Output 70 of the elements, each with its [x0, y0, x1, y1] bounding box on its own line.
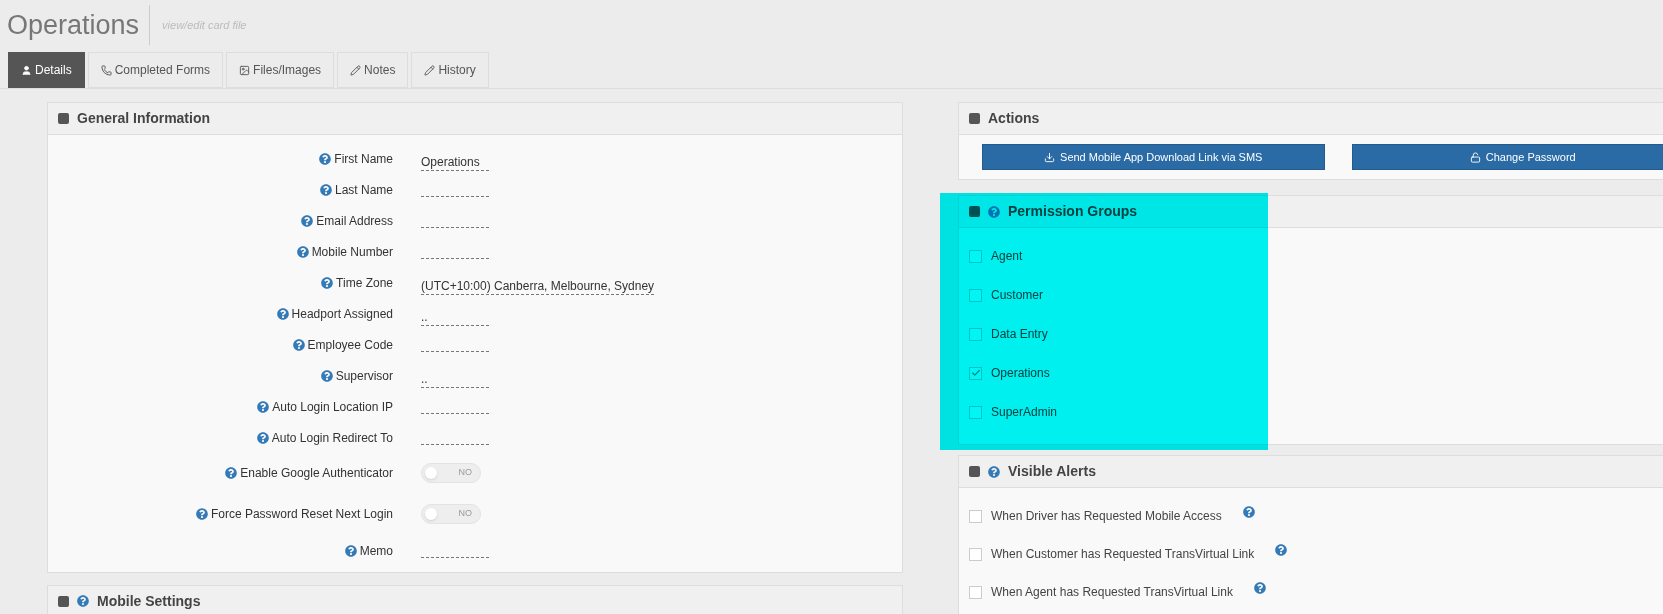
field-label: Employee Code — [307, 337, 393, 354]
field-label: Memo — [359, 543, 393, 560]
tab[interactable]: Details — [8, 52, 85, 88]
field-label: Headport Assigned — [291, 306, 393, 323]
field-label: Auto Login Location IP — [272, 399, 393, 416]
help-icon — [257, 401, 270, 413]
field-label: Last Name — [334, 182, 393, 199]
help-icon — [256, 432, 269, 444]
field-label: Supervisor — [335, 368, 393, 385]
field-label: Mobile Number — [311, 244, 393, 261]
help-icon — [321, 277, 334, 289]
editable-field[interactable]: .. — [421, 309, 489, 326]
field-label: Email Address — [316, 213, 393, 230]
field-label: First Name — [334, 151, 393, 168]
checkbox-label: Data Entry — [991, 326, 1048, 343]
checkbox-label: SuperAdmin — [991, 404, 1058, 421]
tab[interactable]: Completed Forms — [87, 52, 224, 88]
checkbox-label: Agent — [991, 248, 1023, 265]
checkbox-label: Operations — [991, 365, 1050, 382]
square-icon — [969, 113, 980, 124]
help-icon — [292, 339, 305, 351]
help-icon — [988, 465, 1000, 478]
tab[interactable]: History — [411, 52, 489, 88]
square-icon — [58, 595, 69, 607]
panel-title: Permission Groups — [1008, 202, 1138, 221]
panel-title: Actions — [988, 109, 1040, 128]
help-icon — [319, 184, 332, 196]
tab[interactable]: Files/Images — [226, 52, 335, 88]
field-label: Time Zone — [336, 275, 393, 292]
help-icon — [1242, 506, 1255, 518]
field-label: Auto Login Redirect To — [271, 430, 393, 447]
checkbox-label: When Agent has Requested TransVirtual Link — [991, 584, 1233, 601]
help-icon — [1275, 544, 1288, 556]
help-icon — [319, 153, 332, 165]
panel-title: General Information — [77, 109, 211, 128]
help-icon — [344, 545, 357, 557]
help-icon — [301, 215, 314, 227]
checkbox-label: When Driver has Requested Mobile Access — [991, 508, 1222, 525]
help-icon — [195, 508, 208, 520]
checkbox-label: When Customer has Requested TransVirtual Link — [991, 546, 1255, 563]
image-icon — [239, 64, 251, 76]
checkbox-label: Customer — [991, 287, 1043, 304]
phone-icon — [100, 64, 112, 76]
action-button[interactable]: Change Password — [1351, 144, 1663, 170]
action-button[interactable]: Send Mobile App Download Link via SMS — [982, 144, 1325, 170]
square-icon — [58, 113, 69, 124]
help-icon — [296, 246, 309, 258]
help-icon — [77, 595, 89, 607]
panel-title: Mobile Settings — [97, 591, 201, 611]
help-icon — [320, 370, 333, 382]
help-icon — [276, 308, 289, 320]
editable-field[interactable]: (UTC+10:00) Canberra, Melbourne, Sydney — [421, 278, 655, 295]
panel-title: Visible Alerts — [1008, 462, 1096, 481]
unlocked-padlock-icon — [1469, 151, 1481, 163]
checkbox[interactable] — [969, 509, 982, 523]
pencil-icon — [350, 64, 362, 76]
help-icon — [1253, 582, 1266, 594]
tab[interactable]: Notes — [337, 52, 409, 88]
editable-field[interactable]: .. — [421, 371, 489, 388]
field-label: Enable Google Authenticator — [240, 465, 393, 482]
checkbox[interactable] — [969, 585, 982, 599]
pencil-icon — [424, 64, 436, 76]
download-icon — [1044, 151, 1056, 163]
page-title: Operations — [7, 4, 151, 46]
editable-field[interactable]: Operations — [421, 154, 489, 171]
checkbox[interactable] — [969, 547, 982, 561]
field-label: Force Password Reset Next Login — [210, 506, 393, 523]
help-icon — [225, 467, 238, 479]
square-icon — [969, 466, 980, 477]
user-icon — [21, 64, 32, 76]
